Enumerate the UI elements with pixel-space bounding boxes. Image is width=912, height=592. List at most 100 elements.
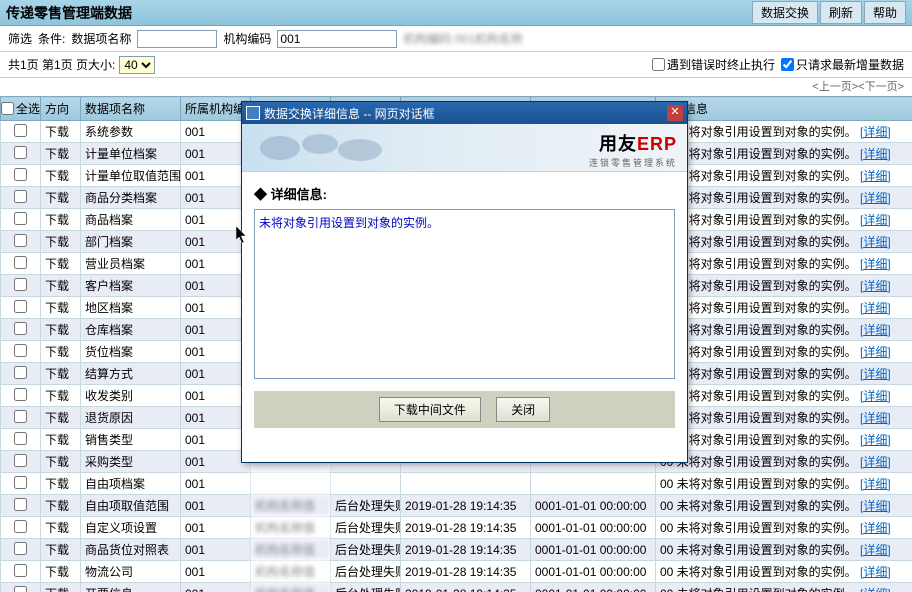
- row-checkbox[interactable]: [14, 322, 27, 335]
- cell-orgcode: 001: [181, 385, 251, 407]
- detail-link[interactable]: [详细]: [860, 477, 891, 491]
- row-checkbox[interactable]: [14, 212, 27, 225]
- dialog-title: 数据交换详细信息 -- 网页对话框: [264, 105, 667, 122]
- incremental-checkbox[interactable]: [781, 58, 794, 71]
- row-checkbox[interactable]: [14, 564, 27, 577]
- row-checkbox[interactable]: [14, 146, 27, 159]
- filter-bar: 筛选 条件: 数据项名称 机构编码 机构编码 001机构名称: [0, 26, 912, 52]
- detail-link[interactable]: [详细]: [860, 125, 891, 139]
- incremental-label[interactable]: 只请求最新增量数据: [781, 56, 904, 73]
- table-row[interactable]: 下载自由项档案00100 未将对象引用设置到对象的实例。 [详细]: [1, 473, 912, 495]
- row-checkbox[interactable]: [14, 344, 27, 357]
- cell-proc: 后台处理失败: [331, 539, 401, 561]
- cell-orgcode: 001: [181, 583, 251, 592]
- row-checkbox[interactable]: [14, 256, 27, 269]
- row-checkbox[interactable]: [14, 190, 27, 203]
- cell-orgcode: 001: [181, 275, 251, 297]
- row-checkbox[interactable]: [14, 366, 27, 379]
- row-checkbox[interactable]: [14, 498, 27, 511]
- detail-link[interactable]: [详细]: [860, 301, 891, 315]
- cell-orgcode: 001: [181, 407, 251, 429]
- page-header: 传递零售管理端数据 数据交换 刷新 帮助: [0, 0, 912, 26]
- detail-link[interactable]: [详细]: [860, 389, 891, 403]
- select-all-checkbox[interactable]: [1, 102, 14, 115]
- help-button[interactable]: 帮助: [864, 1, 906, 24]
- table-row[interactable]: 下载自由项取值范围001机构名称值后台处理失败2019-01-28 19:14:…: [1, 495, 912, 517]
- detail-link[interactable]: [详细]: [860, 257, 891, 271]
- row-checkbox[interactable]: [14, 520, 27, 533]
- row-checkbox[interactable]: [14, 586, 27, 592]
- cell-itemname: 自由项档案: [81, 473, 181, 495]
- detail-link[interactable]: [详细]: [860, 455, 891, 469]
- stop-on-error-checkbox[interactable]: [652, 58, 665, 71]
- row-checkbox[interactable]: [14, 124, 27, 137]
- table-row[interactable]: 下载商品货位对照表001机构名称值后台处理失败2019-01-28 19:14:…: [1, 539, 912, 561]
- download-file-button[interactable]: 下载中间文件: [379, 397, 481, 422]
- cell-orgcode: 001: [181, 473, 251, 495]
- row-checkbox[interactable]: [14, 454, 27, 467]
- cell-direction: 下载: [41, 429, 81, 451]
- row-checkbox[interactable]: [14, 168, 27, 181]
- row-checkbox[interactable]: [14, 388, 27, 401]
- detail-link[interactable]: [详细]: [860, 499, 891, 513]
- detail-link[interactable]: [详细]: [860, 147, 891, 161]
- orgcode-label: 机构编码: [223, 30, 271, 47]
- pager-nav[interactable]: <上一页><下一页>: [812, 81, 904, 93]
- itemname-label: 数据项名称: [71, 30, 131, 47]
- cell-direction: 下载: [41, 275, 81, 297]
- detail-link[interactable]: [详细]: [860, 411, 891, 425]
- detail-link[interactable]: [详细]: [860, 543, 891, 557]
- detail-link[interactable]: [详细]: [860, 213, 891, 227]
- detail-link[interactable]: [详细]: [860, 235, 891, 249]
- orgcode-input[interactable]: [277, 30, 397, 48]
- row-checkbox[interactable]: [14, 278, 27, 291]
- cell-itemname: 商品货位对照表: [81, 539, 181, 561]
- cell-time1: [401, 473, 531, 495]
- detail-link[interactable]: [详细]: [860, 565, 891, 579]
- page-size-select[interactable]: 40: [119, 56, 155, 74]
- refresh-button[interactable]: 刷新: [820, 1, 862, 24]
- cell-direction: 下载: [41, 473, 81, 495]
- detail-link[interactable]: [详细]: [860, 169, 891, 183]
- row-checkbox[interactable]: [14, 542, 27, 555]
- row-checkbox[interactable]: [14, 234, 27, 247]
- data-exchange-button[interactable]: 数据交换: [752, 1, 818, 24]
- cell-orgname: [251, 473, 331, 495]
- row-checkbox[interactable]: [14, 432, 27, 445]
- detail-textarea[interactable]: 未将对象引用设置到对象的实例。: [254, 209, 675, 379]
- row-checkbox[interactable]: [14, 410, 27, 423]
- row-checkbox[interactable]: [14, 300, 27, 313]
- close-button[interactable]: 关闭: [496, 397, 550, 422]
- detail-link[interactable]: [详细]: [860, 323, 891, 337]
- dialog-titlebar[interactable]: 数据交换详细信息 -- 网页对话框 ✕: [242, 102, 687, 124]
- cell-time2: 0001-01-01 00:00:00: [531, 517, 656, 539]
- cell-hint: 00 未将对象引用设置到对象的实例。 [详细]: [656, 407, 912, 429]
- cell-hint: 00 未将对象引用设置到对象的实例。 [详细]: [656, 253, 912, 275]
- detail-link[interactable]: [详细]: [860, 279, 891, 293]
- row-checkbox[interactable]: [14, 476, 27, 489]
- detail-dialog: 数据交换详细信息 -- 网页对话框 ✕ 用友ERP 连锁零售管理系统 ◆ 详细信…: [241, 101, 688, 463]
- cell-direction: 下载: [41, 539, 81, 561]
- table-row[interactable]: 下载自定义项设置001机构名称值后台处理失败2019-01-28 19:14:3…: [1, 517, 912, 539]
- detail-link[interactable]: [详细]: [860, 433, 891, 447]
- itemname-input[interactable]: [137, 30, 217, 48]
- stop-on-error-label[interactable]: 遇到错误时终止执行: [652, 56, 775, 73]
- cell-orgcode: 001: [181, 297, 251, 319]
- table-row[interactable]: 下载物流公司001机构名称值后台处理失败2019-01-28 19:14:350…: [1, 561, 912, 583]
- cell-orgname: 机构名称值: [251, 583, 331, 592]
- pager-nav-row: <上一页><下一页>: [0, 78, 912, 96]
- header-buttons: 数据交换 刷新 帮助: [752, 1, 906, 24]
- cell-hint: 00 未将对象引用设置到对象的实例。 [详细]: [656, 297, 912, 319]
- table-row[interactable]: 下载开票信息001机构名称值后台处理失败2019-01-28 19:14:350…: [1, 583, 912, 592]
- cell-orgcode: 001: [181, 341, 251, 363]
- detail-link[interactable]: [详细]: [860, 191, 891, 205]
- select-all-label: 全选: [16, 100, 40, 117]
- cell-time2: 0001-01-01 00:00:00: [531, 561, 656, 583]
- dialog-close-button[interactable]: ✕: [667, 105, 683, 121]
- detail-link[interactable]: [详细]: [860, 345, 891, 359]
- detail-link[interactable]: [详细]: [860, 521, 891, 535]
- cell-itemname: 仓库档案: [81, 319, 181, 341]
- detail-link[interactable]: [详细]: [860, 367, 891, 381]
- detail-link[interactable]: [详细]: [860, 587, 891, 592]
- cell-orgcode: 001: [181, 253, 251, 275]
